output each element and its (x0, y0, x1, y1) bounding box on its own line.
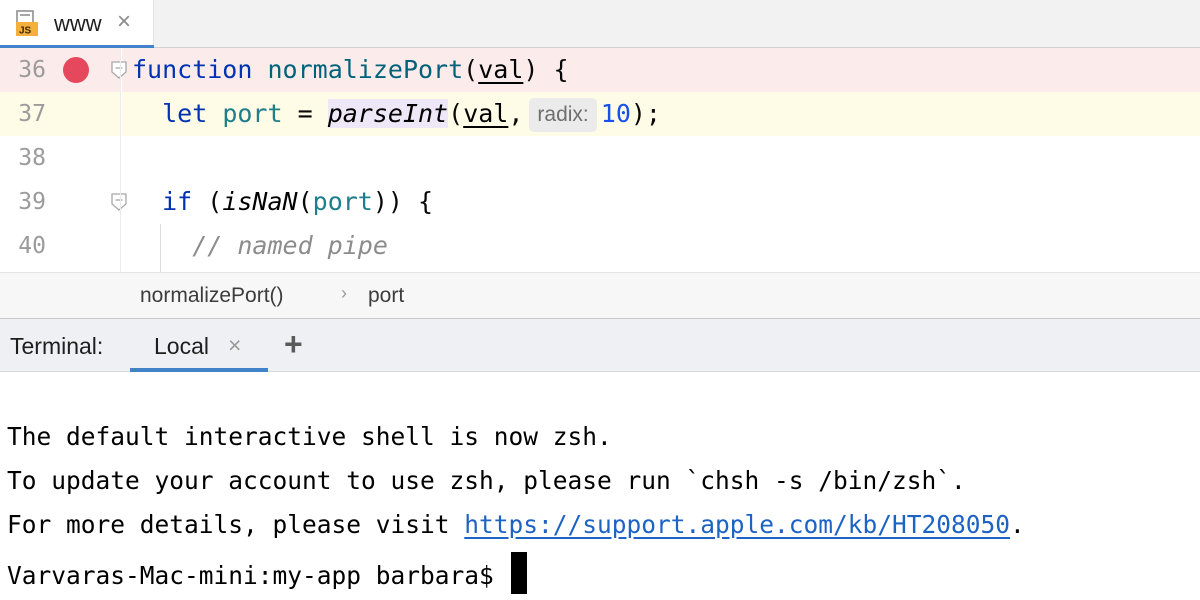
parameter-hint: radix: (529, 98, 597, 132)
editor-tab-www[interactable]: JS www × (0, 0, 154, 49)
editor-tab-label: www (54, 11, 102, 36)
line-number: 38 (18, 145, 46, 171)
code-line[interactable]: 38 (0, 136, 1200, 180)
js-file-icon: JS (16, 10, 38, 36)
fold-icon[interactable] (111, 193, 127, 211)
gutter-divider (120, 48, 121, 272)
terminal-tab-label: Local (154, 333, 209, 359)
code-line-current[interactable]: 37 let port = parseInt(val, radix: 10); (0, 92, 1200, 136)
terminal-title: Terminal: (10, 333, 104, 359)
code-line[interactable]: 36 function normalizePort(val) { (0, 48, 1200, 92)
indent-guide (160, 224, 161, 272)
terminal-line: The default interactive shell is now zsh… (7, 422, 612, 451)
svg-text:JS: JS (19, 26, 32, 37)
chevron-right-icon: › (341, 283, 347, 303)
line-number: 36 (18, 57, 46, 83)
line-number: 37 (18, 101, 46, 127)
code-text: if (isNaN(port)) { (162, 187, 434, 216)
code-line[interactable]: 40 // named pipe (0, 224, 1200, 268)
breadcrumb-item-function[interactable]: normalizePort() (140, 284, 284, 308)
editor-tab-bar: JS www × (0, 0, 1200, 49)
terminal-tab-local[interactable]: Local × (130, 319, 268, 373)
code-line[interactable]: 39 if (isNaN(port)) { (0, 180, 1200, 224)
line-number: 40 (18, 233, 46, 259)
fold-icon[interactable] (111, 61, 127, 79)
code-text: let port = parseInt(val, radix: 10); (132, 92, 661, 136)
breadcrumb: normalizePort() › port (0, 272, 1200, 318)
code-editor[interactable]: 36 function normalizePort(val) { 37 let … (0, 48, 1200, 272)
code-text: function normalizePort(val) { (132, 55, 569, 84)
close-icon[interactable]: × (117, 8, 131, 36)
code-text: // named pipe (192, 231, 388, 260)
text-cursor (510, 552, 527, 594)
terminal-tool-window-header: Terminal: Local × + (0, 318, 1200, 373)
terminal-line: For more details, please visit https://s… (7, 510, 1025, 539)
breadcrumb-item-variable[interactable]: port (368, 284, 404, 308)
support-link[interactable]: https://support.apple.com/kb/HT208050 (464, 510, 1010, 539)
close-icon[interactable]: × (228, 332, 241, 359)
terminal-output[interactable]: The default interactive shell is now zsh… (0, 372, 1200, 600)
breakpoint-icon[interactable] (63, 57, 89, 83)
terminal-prompt[interactable]: Varvaras-Mac-mini:my-app barbara$ (7, 552, 527, 594)
plus-icon[interactable]: + (284, 326, 303, 363)
line-number: 39 (18, 189, 46, 215)
terminal-line: To update your account to use zsh, pleas… (7, 466, 966, 495)
